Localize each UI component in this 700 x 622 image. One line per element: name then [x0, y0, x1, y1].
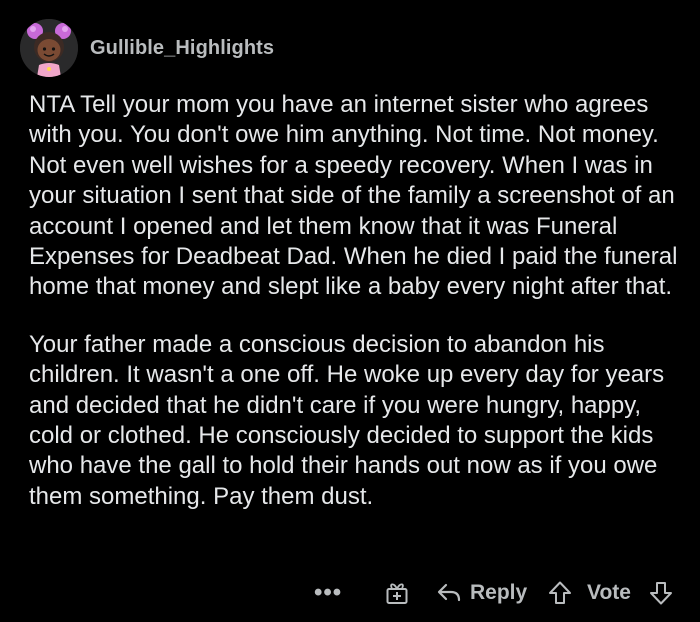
comment-header: Gullible_Highlights [20, 16, 274, 80]
comment-paragraph: Your father made a conscious decision to… [29, 330, 665, 510]
vote-label: Vote [587, 581, 631, 604]
username[interactable]: Gullible_Highlights [90, 37, 274, 60]
more-options-button[interactable]: ••• [314, 574, 342, 612]
comment-body: NTA Tell your mom you have an internet s… [29, 90, 689, 512]
more-options-icon: ••• [314, 579, 343, 606]
award-icon [386, 583, 408, 604]
downvote-arrow-icon [650, 582, 672, 605]
avatar-illustration [20, 19, 78, 77]
upvote-button[interactable] [547, 574, 573, 612]
reply-button[interactable]: Reply [436, 574, 527, 612]
comment-actions: ••• Reply Vote [0, 574, 700, 612]
avatar[interactable] [20, 19, 78, 77]
award-button[interactable] [384, 574, 410, 612]
upvote-arrow-icon [549, 581, 571, 604]
reply-arrow-icon [437, 583, 461, 602]
reply-label: Reply [470, 581, 528, 604]
downvote-button[interactable] [648, 574, 674, 612]
comment-paragraph: NTA Tell your mom you have an internet s… [29, 91, 678, 301]
